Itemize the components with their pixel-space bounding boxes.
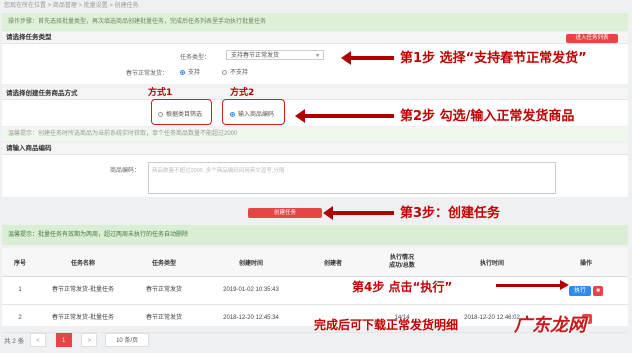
expire-tip: 温馨提示：批量任务有效期为两周，超过两周未执行的任务自动删除 [2,225,628,245]
step2-annotation: 第2步 勾选/输入正常发货商品 [400,109,575,124]
col-header-created: 创建时间 [200,248,302,277]
method-tip: 温馨提示：创建任务时所选商品为当前系统实时获取，单个任务商品数量不能超过2000 [2,127,628,141]
operation-steps-notice: 操作步骤：首先选择批量类型，再次填选商品创建批量任务，完成后任务列表里手动执行批… [2,13,628,31]
task-type-select[interactable]: 支持春节正常发货 ▼ [226,50,324,60]
page-gap [73,333,79,347]
col-header-actions: 操作 [544,248,628,277]
col-header-status: 执行情况 成功/总数 [364,248,440,277]
step4-arrow [496,284,562,287]
cell-type: 春节正常发货 [128,276,200,305]
product-code-textarea[interactable]: 商品数量不超过2000 ,多个商品编码间用英文逗号,分隔 [148,162,556,194]
cell-type: 春节正常发货 [128,304,200,333]
table-header-row: 序号 任务名称 任务类型 创建时间 创建者 执行情况 成功/总数 执行时间 操作 [2,248,628,277]
next-page-button[interactable]: > [81,333,98,347]
prev-page-button[interactable]: < [30,333,47,347]
step3-annotation: 第3步：创建任务 [400,206,501,221]
cell-actions: 执行 ■ [544,276,628,305]
spring-shipping-label: 春节正常发货： [126,71,169,77]
step2-arrow [295,109,394,123]
cell-exec-time [440,276,544,305]
section-title-input: 请输入商品编码 [2,143,628,155]
page-1-button[interactable]: 1 [55,333,72,347]
cell-no: 2 [2,304,38,333]
cell-created: 2018-12-20 12:45:34 [200,304,302,333]
pagination: 共 2 条 < 1 > 10 条/页 [4,333,150,347]
method1-annotation: 方式1 [148,88,173,98]
cell-no: 1 [2,276,38,305]
page-size-select[interactable]: 10 条/页 [105,333,150,347]
execute-button[interactable]: 执行 [569,285,591,296]
code-field-label: 商品编码： [110,168,141,174]
step1-annotation: 第1步 选择“支持春节正常发货” [400,51,587,66]
cell-name: 春节正常发货-批量任务 [38,276,128,305]
spring-shipping-no-radio[interactable]: 不支持 [222,67,248,76]
col-header-exec-time: 执行时间 [440,248,544,277]
cell-created: 2019-01-02 10:35:43 [200,276,302,305]
chevron-down-icon: ▼ [315,53,320,59]
col-header-type: 任务类型 [128,248,200,277]
breadcrumb: 您现在所在位置 > 商品管理 > 批量设置 > 创建任务 [4,3,139,9]
done-annotation: 完成后可下载正常发货明细 [314,318,459,332]
col-header-name: 任务名称 [38,248,128,277]
trash-icon[interactable]: ■ [593,285,603,296]
col-header-no: 序号 [2,248,38,277]
table-row: 1 春节正常发货-批量任务 春节正常发货 2019-01-02 10:35:43… [2,276,628,305]
cell-name: 春节正常发货-批量任务 [38,304,128,333]
page-1-spacer [48,333,54,347]
into-task-list-button[interactable]: 进入任务列表 [566,34,618,43]
method-input-code-radio[interactable]: 输入商品编码 [230,109,274,118]
task-type-value: 支持春节正常发货 [231,53,280,59]
radio-unchecked-icon [222,69,227,75]
section-title-method: 请选择创建任务商品方式 [2,88,628,100]
method-by-category-radio[interactable]: 根据类目筛选 [158,109,202,118]
pagination-total: 共 2 条 [4,338,25,345]
step4-arrowhead [560,280,569,290]
step1-arrow [341,51,394,65]
step3-arrow [323,206,394,220]
create-task-button[interactable]: 创建任务 [248,208,322,218]
radio-unchecked-icon [158,111,163,117]
watermark: 广东龙网 [514,315,586,336]
step4-annotation: 第4步 点击“执行” [352,280,453,294]
radio-checked-icon [180,69,185,75]
task-type-label: 任务类型： [180,55,211,61]
section-title-task-type: 请选择任务类型 [2,32,628,44]
spring-shipping-yes-radio[interactable]: 支持 [180,67,200,76]
method2-annotation: 方式2 [230,88,255,98]
radio-checked-icon [230,111,235,117]
col-header-creator: 创建者 [302,248,364,277]
